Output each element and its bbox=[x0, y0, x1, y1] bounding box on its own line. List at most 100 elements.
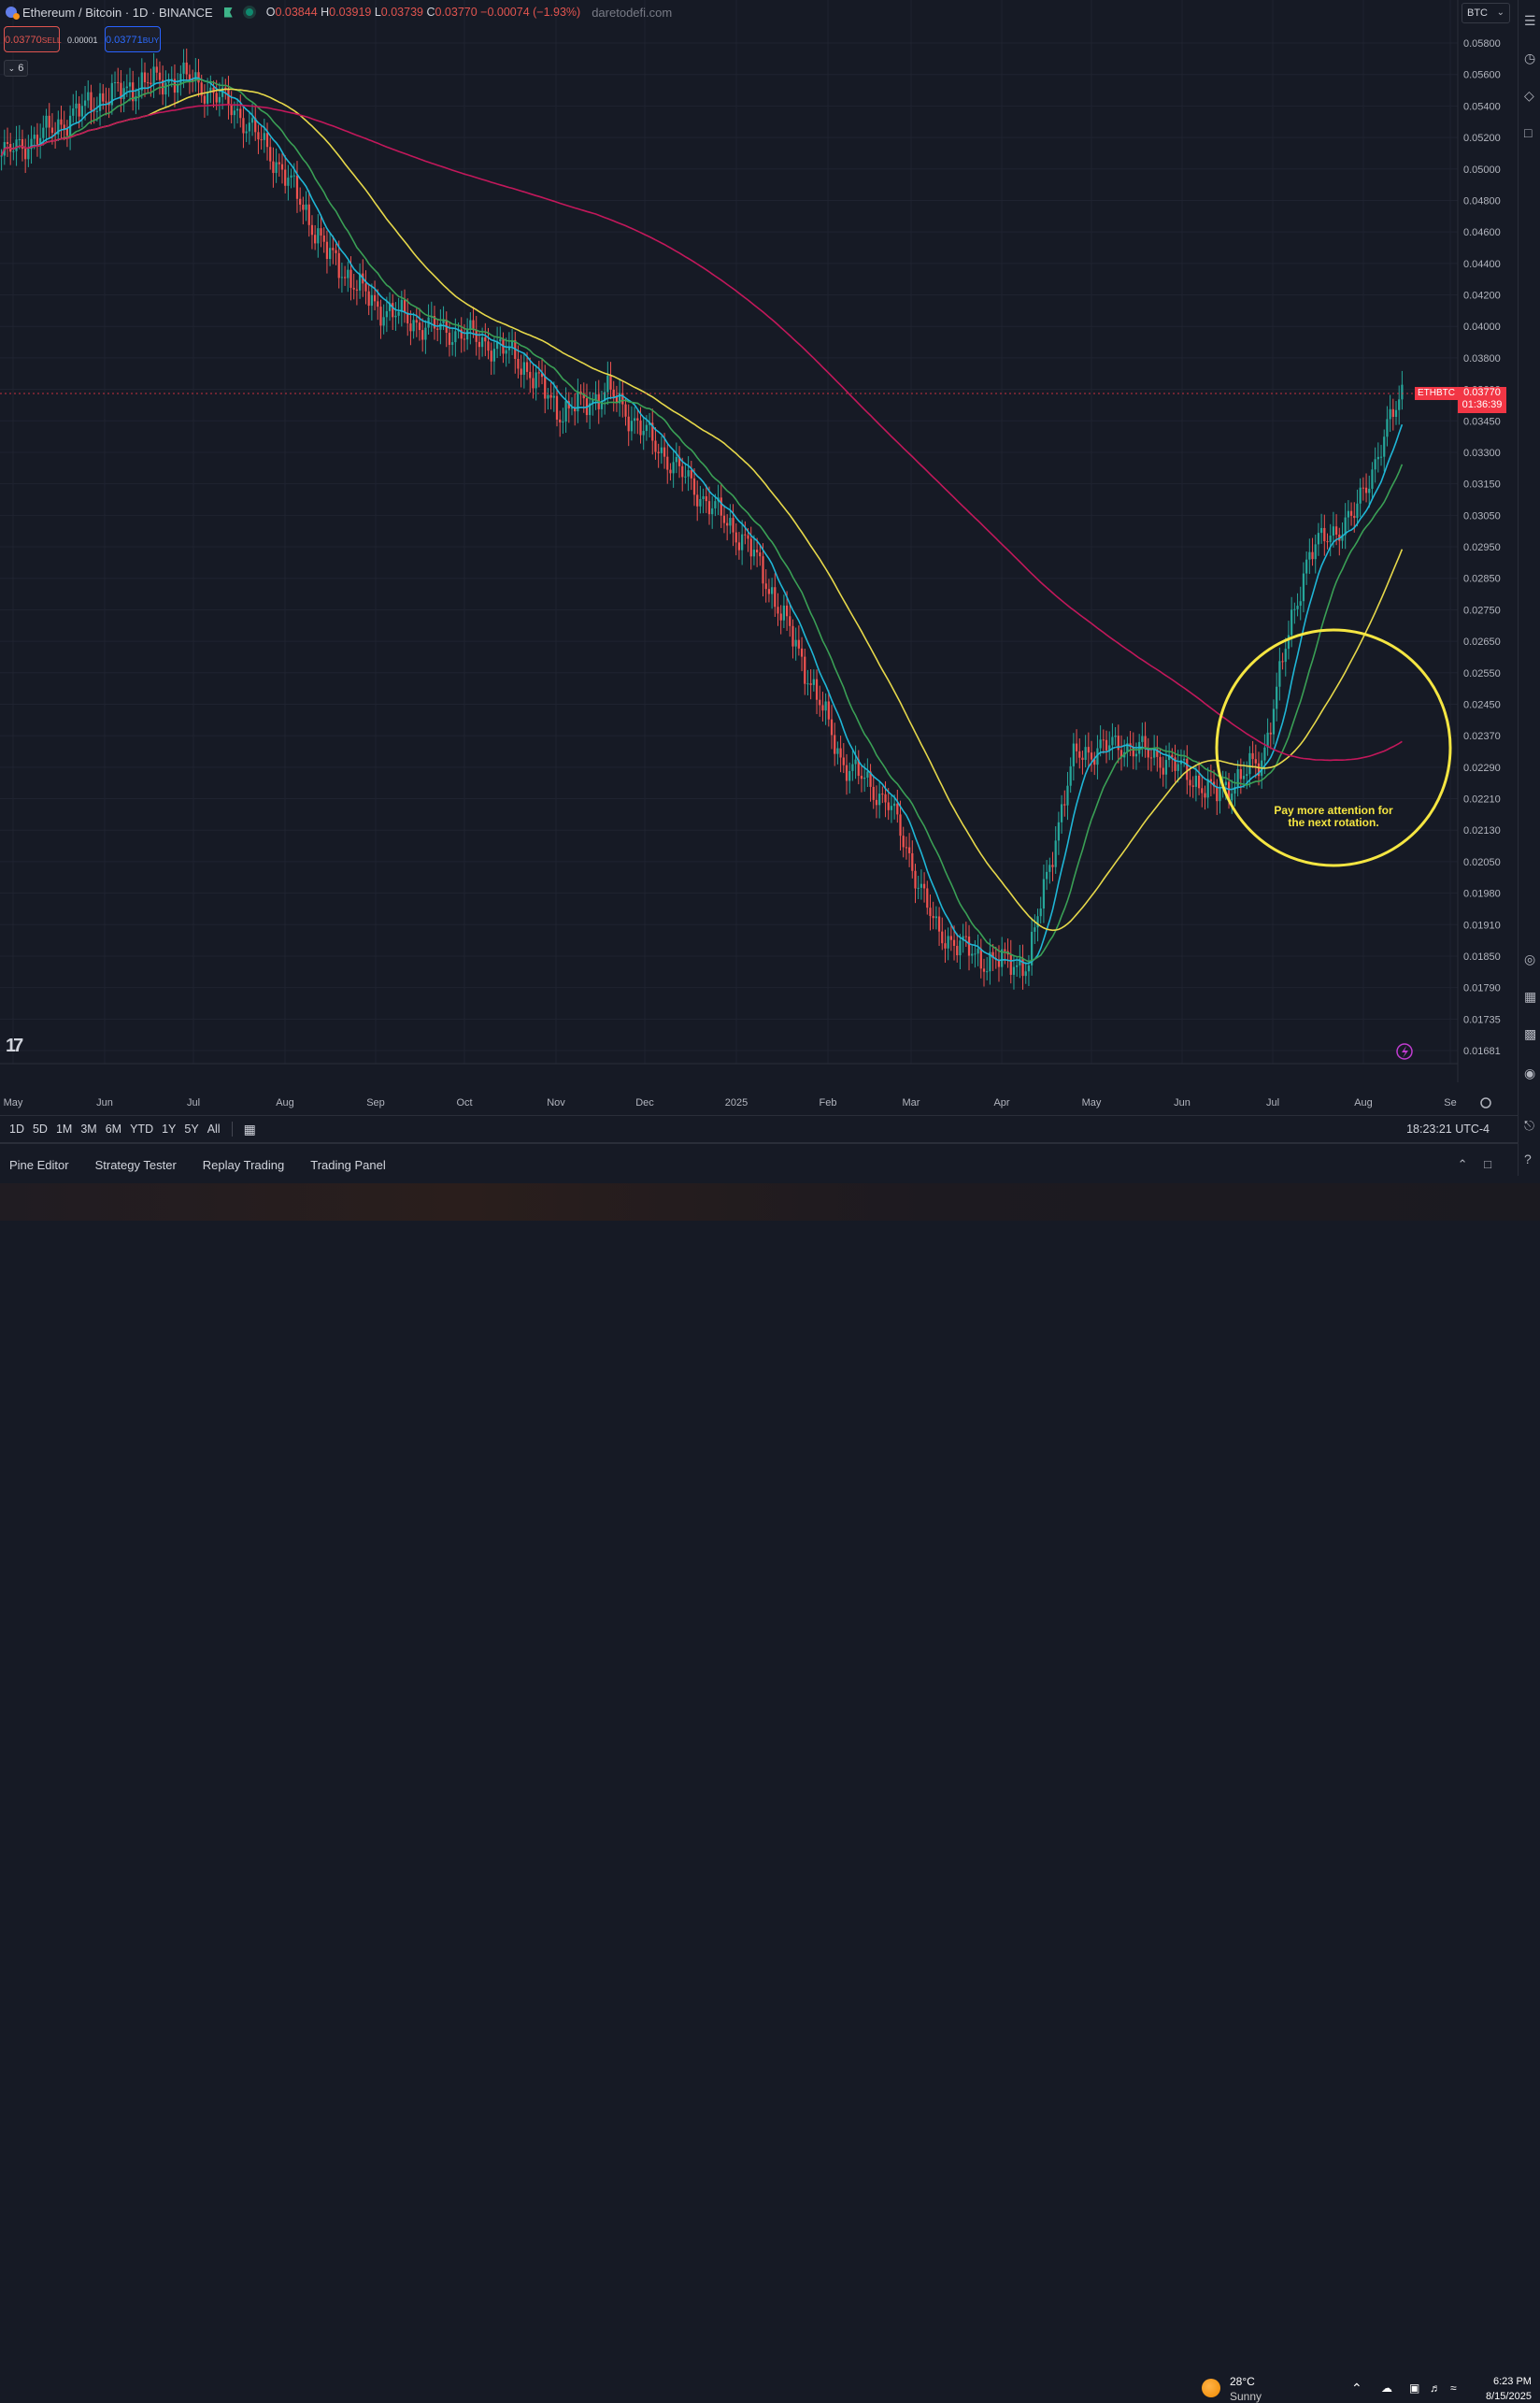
candle-body bbox=[329, 248, 332, 260]
price-tick-label: 0.03450 bbox=[1463, 416, 1501, 427]
period-ytd[interactable]: YTD bbox=[130, 1123, 153, 1136]
candle-body bbox=[343, 277, 347, 279]
weather-temp[interactable]: 28°C bbox=[1230, 2375, 1255, 2388]
flag-icon[interactable] bbox=[223, 7, 233, 18]
layers-icon[interactable]: ◇ bbox=[1524, 88, 1539, 103]
maximize-icon[interactable]: □ bbox=[1484, 1157, 1491, 1171]
candle-body bbox=[227, 89, 230, 106]
candle-body bbox=[729, 518, 732, 526]
candle-body bbox=[352, 287, 355, 290]
candle-body bbox=[284, 169, 287, 186]
candle-body bbox=[272, 161, 275, 174]
candle-body bbox=[33, 135, 36, 139]
candle-body bbox=[890, 806, 893, 810]
candle-body bbox=[248, 122, 250, 132]
candle-body bbox=[263, 133, 265, 140]
candle-body bbox=[305, 204, 307, 210]
price-tick-label: 0.02850 bbox=[1463, 574, 1501, 585]
calendar-icon[interactable]: ▦ bbox=[1524, 989, 1539, 1004]
candle-body bbox=[1296, 606, 1299, 609]
price-tick-label: 0.02450 bbox=[1463, 699, 1501, 710]
right-toolbar: ☰ ◷ ◇ □ ◎ ▦ ▩ ◉ ⎋ ? bbox=[1518, 0, 1540, 1176]
last-price-tag: 0.03770 01:36:39 bbox=[1458, 387, 1506, 413]
sell-button[interactable]: 0.03770 SELL bbox=[4, 26, 62, 52]
candle-body bbox=[1401, 384, 1404, 400]
taskbar-date[interactable]: 8/15/2025 bbox=[1486, 2391, 1532, 2402]
tradingview-logo[interactable]: 17 bbox=[6, 1036, 23, 1057]
candle-body bbox=[1012, 966, 1016, 975]
time-tick-label: Mar bbox=[903, 1097, 920, 1109]
price-chart[interactable]: Pay more attention for the next rotation… bbox=[0, 0, 1518, 1115]
apps-icon[interactable]: ▩ bbox=[1524, 1026, 1539, 1041]
candle-body bbox=[24, 149, 27, 160]
currency-select[interactable]: BTC ⌄ bbox=[1462, 3, 1510, 23]
candle-body bbox=[609, 375, 612, 390]
period-3m[interactable]: 3M bbox=[80, 1123, 96, 1136]
clock[interactable]: 18:23:21 UTC-4 bbox=[1406, 1123, 1490, 1136]
date-range-icon[interactable]: ▦ bbox=[244, 1122, 256, 1137]
candle-body bbox=[887, 802, 890, 810]
notifications-icon[interactable]: ◉ bbox=[1524, 1066, 1539, 1080]
tab-pine-editor[interactable]: Pine Editor bbox=[9, 1158, 69, 1172]
help-icon[interactable]: ? bbox=[1524, 1151, 1539, 1166]
candle-body bbox=[499, 338, 502, 342]
symbol-title[interactable]: Ethereum / Bitcoin · 1D · BINANCE bbox=[22, 6, 213, 20]
candle-body bbox=[941, 931, 944, 944]
tab-strategy-tester[interactable]: Strategy Tester bbox=[95, 1158, 177, 1172]
candle-body bbox=[696, 494, 699, 507]
target-icon[interactable]: ◎ bbox=[1524, 951, 1539, 966]
candle-body bbox=[932, 916, 934, 919]
candle-body bbox=[1024, 971, 1027, 977]
period-6m[interactable]: 6M bbox=[106, 1123, 121, 1136]
candle-body bbox=[1219, 787, 1221, 802]
candle-body bbox=[1254, 759, 1257, 764]
candle-body bbox=[654, 440, 657, 452]
candle-body bbox=[734, 532, 737, 543]
period-1d[interactable]: 1D bbox=[9, 1123, 24, 1136]
indicators-toggle[interactable]: ⌄ 6 bbox=[4, 60, 28, 77]
period-5d[interactable]: 5D bbox=[33, 1123, 48, 1136]
candle-body bbox=[555, 395, 559, 420]
candle-body bbox=[1036, 916, 1039, 928]
network-icon[interactable]: ≈ bbox=[1450, 2382, 1457, 2395]
candle-body bbox=[418, 322, 421, 331]
candle-body bbox=[842, 757, 845, 765]
display-icon[interactable]: ▣ bbox=[1409, 2382, 1419, 2395]
cloud-icon[interactable]: ☁ bbox=[1381, 2382, 1392, 2395]
candle-body bbox=[1216, 786, 1219, 802]
candle-body bbox=[684, 476, 687, 478]
period-all[interactable]: All bbox=[207, 1123, 221, 1136]
candle-body bbox=[317, 228, 320, 244]
tab-trading-panel[interactable]: Trading Panel bbox=[310, 1158, 385, 1172]
candle-body bbox=[98, 93, 102, 111]
candle-body bbox=[663, 447, 666, 457]
candle-body bbox=[87, 92, 90, 101]
time-axis: May Jun Jul Aug Sep Oct Nov Dec 2025 Feb Mar Apr May… bbox=[4, 1097, 1457, 1109]
chevron-up-icon[interactable]: ⌃ bbox=[1351, 2381, 1362, 2396]
chart-area[interactable]: Pay more attention for the next rotation… bbox=[0, 0, 1510, 1176]
price-tick-label: 0.05800 bbox=[1463, 38, 1501, 50]
period-1y[interactable]: 1Y bbox=[162, 1123, 176, 1136]
period-5y[interactable]: 5Y bbox=[184, 1123, 198, 1136]
buy-button[interactable]: 0.03771 BUY bbox=[105, 26, 161, 52]
price-tick-label: 0.01790 bbox=[1463, 983, 1501, 994]
candle-body bbox=[636, 418, 639, 421]
candle-body bbox=[624, 404, 627, 417]
settings-icon[interactable] bbox=[1480, 1097, 1491, 1109]
chevron-up-icon[interactable]: ⌃ bbox=[1458, 1157, 1468, 1171]
period-1m[interactable]: 1M bbox=[56, 1123, 72, 1136]
candle-body bbox=[744, 534, 747, 536]
candle-body bbox=[1084, 747, 1087, 761]
candle-body bbox=[714, 501, 717, 508]
watchlist-icon[interactable]: ☰ bbox=[1524, 13, 1539, 28]
alarm-clock-icon[interactable]: ◷ bbox=[1524, 50, 1539, 65]
candle-body bbox=[1009, 954, 1012, 975]
candle-body bbox=[522, 362, 525, 375]
speaker-icon[interactable]: ♬ bbox=[1430, 2382, 1441, 2395]
chat-icon[interactable]: □ bbox=[1524, 125, 1539, 140]
tab-replay-trading[interactable]: Replay Trading bbox=[203, 1158, 284, 1172]
candle-body bbox=[332, 248, 335, 250]
candle-body bbox=[741, 534, 744, 551]
bell-icon[interactable]: ⎋ bbox=[1524, 1118, 1539, 1133]
taskbar-time[interactable]: 6:23 PM bbox=[1493, 2376, 1532, 2387]
